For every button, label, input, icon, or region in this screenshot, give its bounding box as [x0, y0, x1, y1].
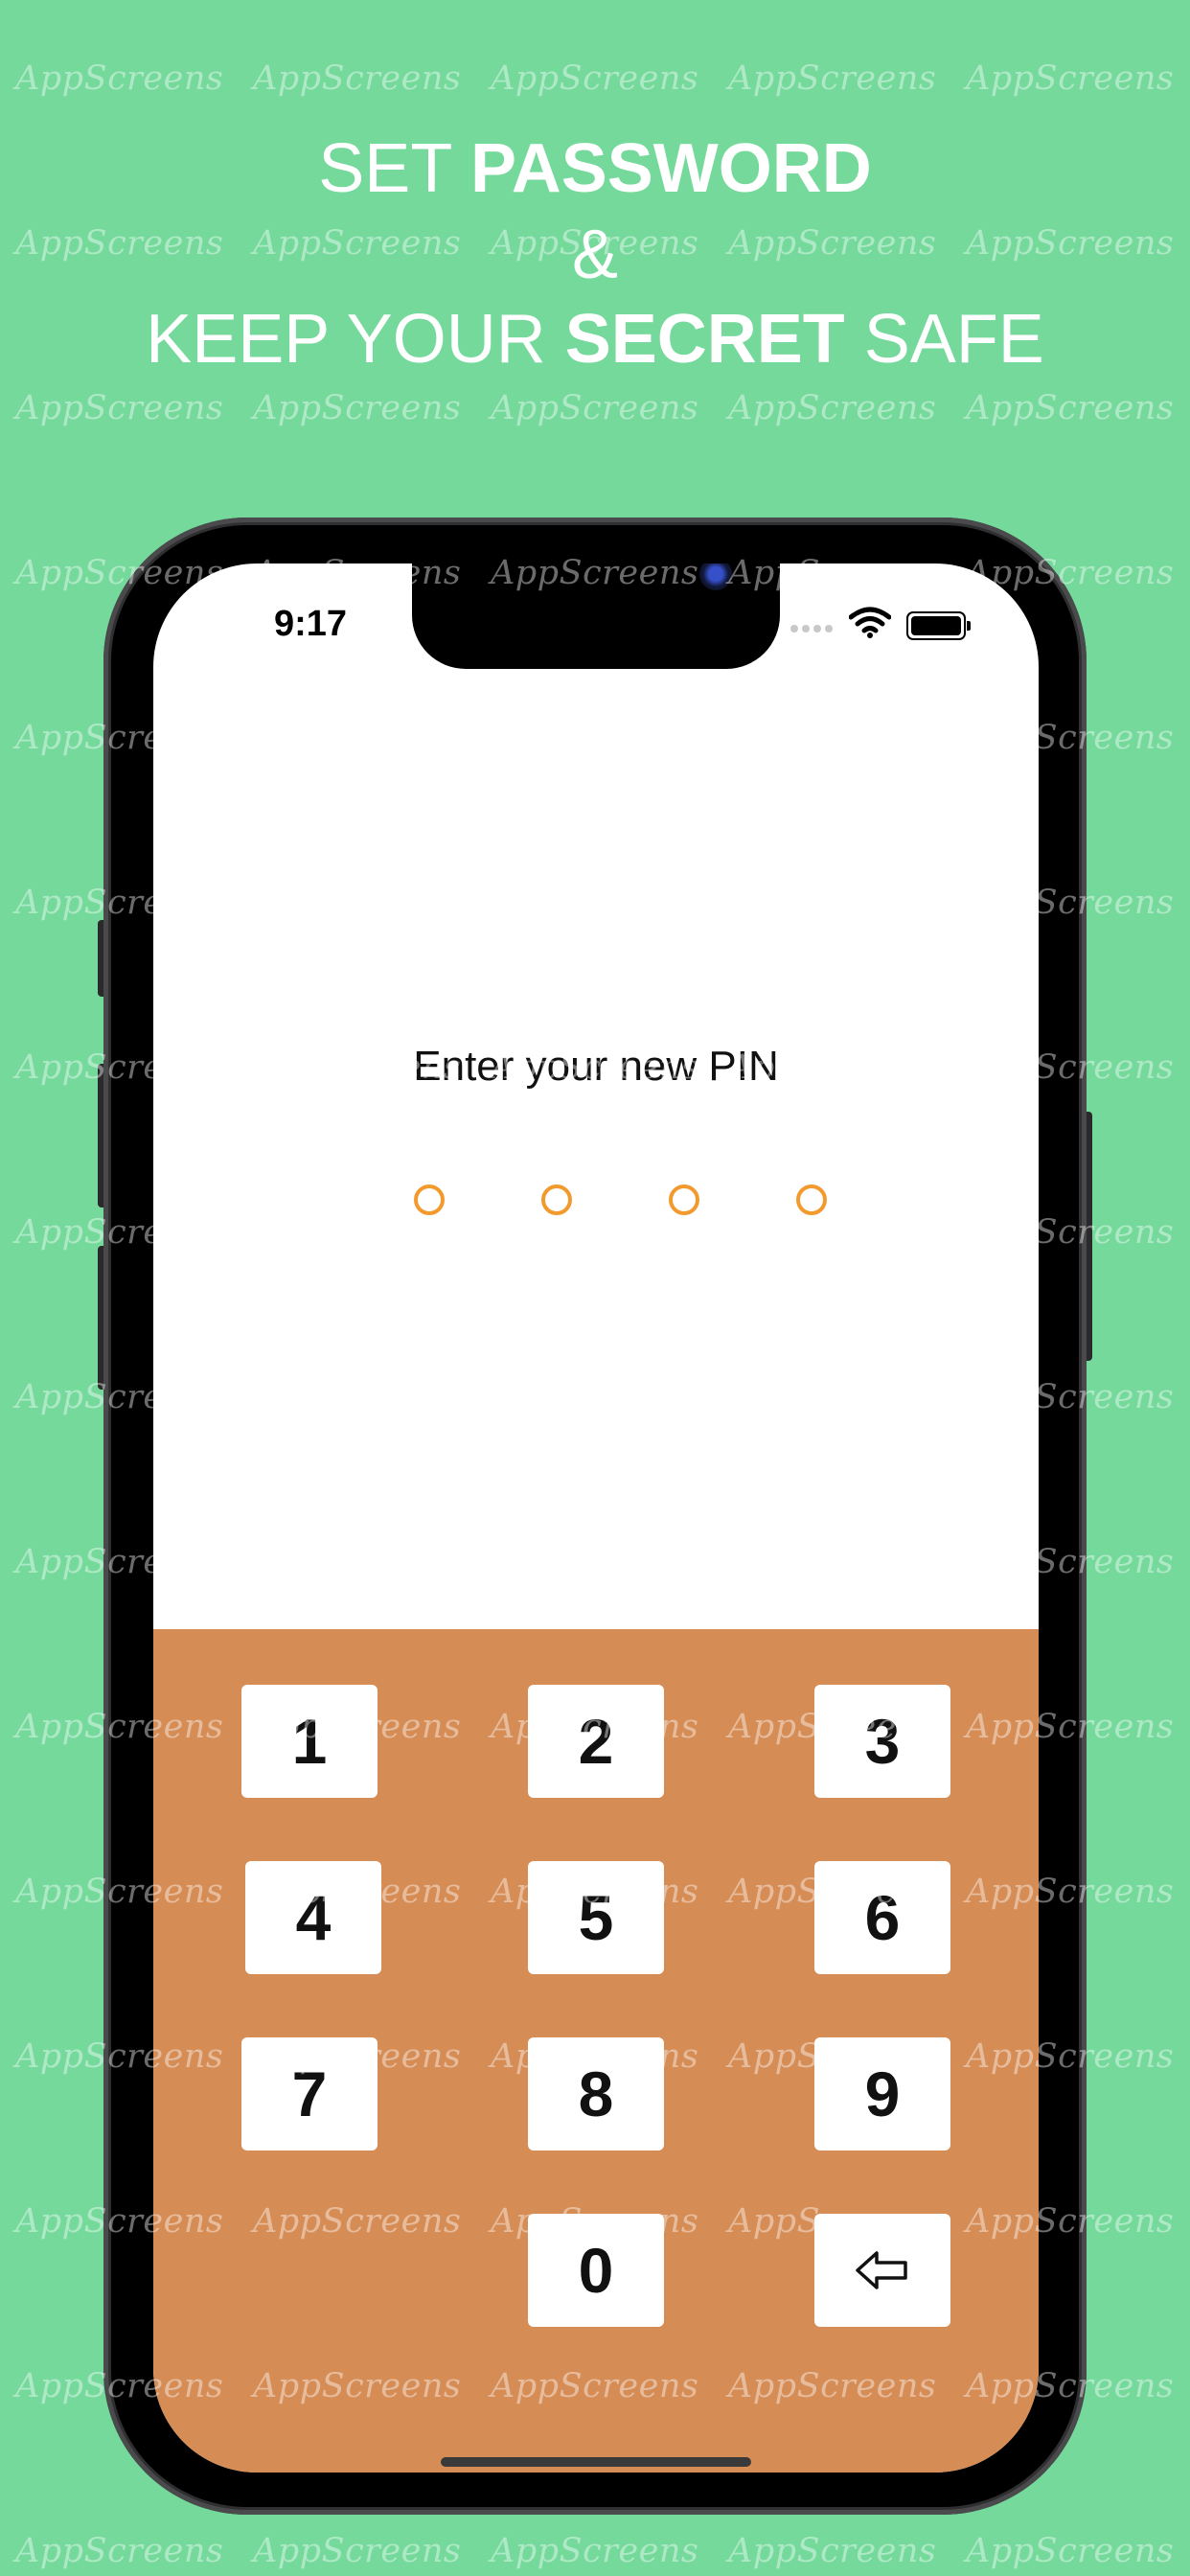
key-3[interactable]: 3: [814, 1685, 950, 1798]
key-0[interactable]: 0: [528, 2214, 664, 2327]
watermark-text: AppScreens: [253, 389, 462, 427]
key-7[interactable]: 7: [241, 2037, 378, 2150]
pin-dot-3: [669, 1184, 699, 1215]
backspace-arrow-icon: [856, 2251, 907, 2289]
watermark-text: AppScreens: [253, 59, 462, 98]
watermark-text: AppScreens: [728, 389, 937, 427]
notch: [412, 564, 780, 669]
home-indicator[interactable]: [441, 2457, 751, 2467]
key-4[interactable]: 4: [245, 1861, 381, 1974]
status-time: 9:17: [274, 604, 348, 644]
headline-secret: SECRET: [564, 301, 845, 378]
backspace-button[interactable]: [814, 2214, 950, 2327]
headline-keep-your: KEEP YOUR: [146, 301, 546, 378]
watermark-text: AppScreens: [491, 2532, 699, 2570]
watermark-text: AppScreens: [491, 389, 699, 427]
watermark-text: AppScreens: [966, 389, 1175, 427]
watermark-text: AppScreens: [491, 59, 699, 98]
watermark-text: AppScreens: [728, 2532, 937, 2570]
watermark-text: AppScreens: [728, 59, 937, 98]
watermark-text: AppScreens: [15, 389, 224, 427]
key-2[interactable]: 2: [528, 1685, 664, 1798]
headline-ampersand: &: [571, 217, 619, 293]
cellular-signal-icon: [790, 625, 833, 632]
front-camera-icon: [699, 564, 732, 590]
headline-line-3: KEEP YOUR SECRET SAFE: [0, 297, 1190, 381]
pin-dot-1: [414, 1184, 445, 1215]
headline-line-1: SET PASSWORD: [0, 126, 1190, 211]
wifi-icon: [849, 607, 891, 638]
key-6[interactable]: 6: [814, 1861, 950, 1974]
battery-icon: [906, 611, 971, 640]
pin-prompt-title: Enter your new PIN: [413, 1043, 779, 1090]
pin-dot-2: [541, 1184, 572, 1215]
headline-set: SET: [318, 130, 452, 207]
watermark-text: AppScreens: [15, 59, 224, 98]
phone-screen: 9:17 Enter your new PIN 1 2 3 4 5 6 7 8 …: [153, 564, 1039, 2472]
headline-safe: SAFE: [863, 301, 1044, 378]
key-9[interactable]: 9: [814, 2037, 950, 2150]
watermark-text: AppScreens: [15, 2532, 224, 2570]
pin-dot-4: [796, 1184, 827, 1215]
headline-password: PASSWORD: [470, 130, 872, 207]
watermark-text: AppScreens: [966, 59, 1175, 98]
key-8[interactable]: 8: [528, 2037, 664, 2150]
key-1[interactable]: 1: [241, 1685, 378, 1798]
numeric-keypad: 1 2 3 4 5 6 7 8 9 0: [153, 1629, 1039, 2472]
watermark-text: AppScreens: [966, 2532, 1175, 2570]
headline-line-2: &: [0, 213, 1190, 297]
watermark-text: AppScreens: [253, 2532, 462, 2570]
key-5[interactable]: 5: [528, 1861, 664, 1974]
